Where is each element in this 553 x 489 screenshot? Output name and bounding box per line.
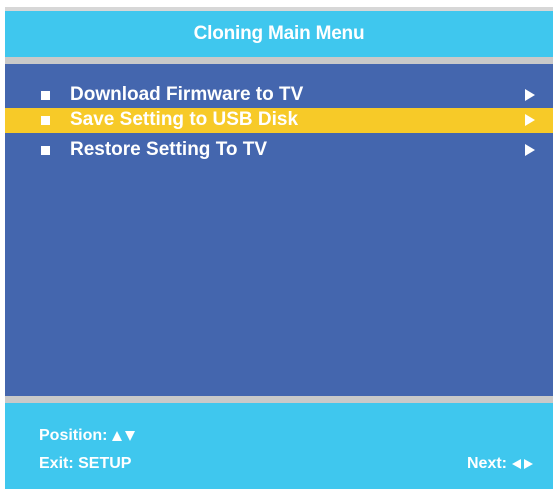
menu-list: Download Firmware to TV Save Setting to …	[5, 64, 553, 396]
menu-item-restore-setting[interactable]: Restore Setting To TV	[5, 138, 553, 163]
bullet-icon	[41, 146, 50, 155]
next-label: Next:	[466, 455, 507, 472]
right-arrow-icon	[525, 89, 535, 101]
footer-hints: Position: Exit: SETUP Next:	[5, 403, 553, 489]
menu-title: Cloning Main Menu	[193, 23, 365, 44]
right-arrow-icon	[525, 114, 535, 126]
menu-item-save-setting[interactable]: Save Setting to USB Disk	[5, 108, 553, 133]
menu-item-label: Restore Setting To TV	[70, 139, 268, 160]
menu-item-download-firmware[interactable]: Download Firmware to TV	[5, 83, 553, 108]
position-hint: Position:	[39, 427, 136, 445]
position-label: Position:	[39, 427, 108, 444]
exit-label: Exit: SETUP	[39, 455, 132, 472]
next-hint: Next:	[467, 455, 533, 473]
right-arrow-icon	[525, 144, 535, 156]
menu-title-bar: Cloning Main Menu	[5, 7, 553, 57]
menu-item-label: Download Firmware to TV	[70, 84, 304, 105]
bullet-icon	[41, 116, 50, 125]
exit-hint: Exit: SETUP	[39, 455, 131, 473]
down-triangle-icon	[125, 431, 136, 441]
bottom-divider	[5, 396, 553, 403]
cloning-menu-screen: Cloning Main Menu Download Firmware to T…	[5, 7, 553, 489]
up-triangle-icon	[112, 431, 123, 441]
menu-item-label: Save Setting to USB Disk	[70, 109, 299, 130]
bullet-icon	[41, 91, 50, 100]
next-arrows	[512, 459, 533, 469]
top-divider	[5, 57, 553, 64]
position-arrows	[112, 431, 136, 441]
left-triangle-icon	[512, 459, 521, 469]
right-triangle-icon	[524, 459, 533, 469]
